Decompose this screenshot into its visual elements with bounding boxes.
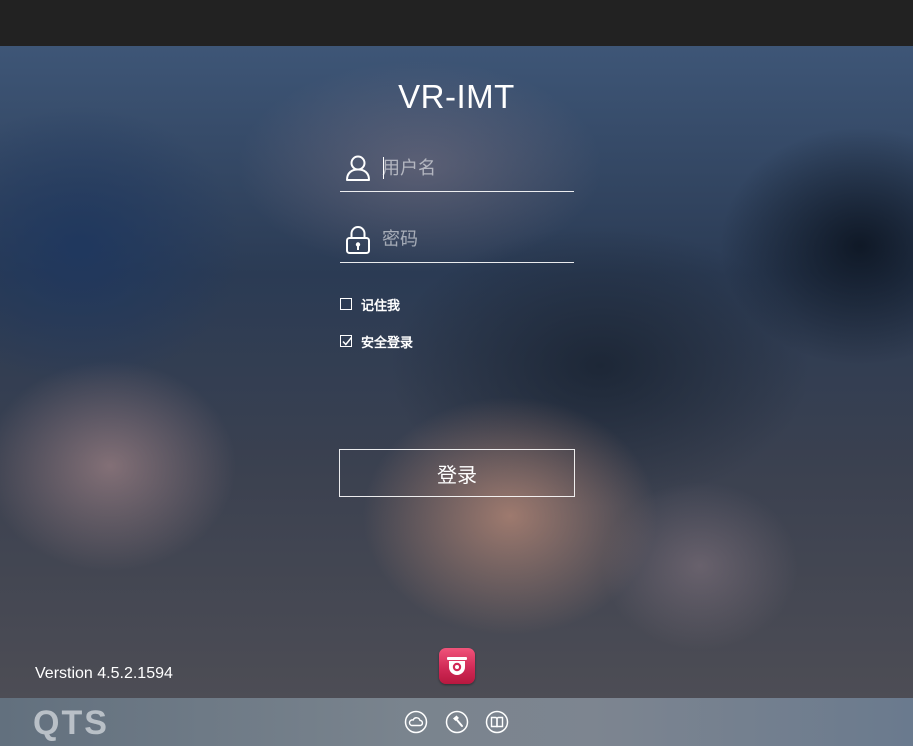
username-input[interactable] (382, 154, 568, 182)
password-input[interactable] (382, 225, 568, 253)
lock-icon (345, 225, 371, 254)
top-bar (0, 0, 913, 46)
brand-logo: QTS (33, 704, 109, 742)
book-icon[interactable] (485, 710, 509, 734)
cloud-icon[interactable] (404, 710, 428, 734)
text-cursor (383, 157, 384, 179)
hammer-icon[interactable] (445, 710, 469, 734)
password-field[interactable] (340, 217, 574, 263)
username-field[interactable] (340, 146, 574, 192)
version-text: Verstion 4.5.2.1594 (35, 665, 173, 682)
camera-surveillance-icon[interactable] (439, 648, 475, 684)
secure-login-checkbox[interactable]: 安全登录 (340, 333, 414, 351)
checkmark-icon (342, 337, 353, 346)
secure-login-label: 安全登录 (361, 335, 414, 351)
background-image (0, 46, 913, 698)
remember-me-box[interactable] (340, 298, 352, 310)
app-title: VR-IMT (398, 78, 515, 115)
secure-login-box[interactable] (340, 335, 353, 347)
user-icon (345, 154, 371, 182)
remember-me-checkbox[interactable]: 记住我 (340, 296, 401, 314)
login-button[interactable]: 登录 (339, 449, 575, 497)
remember-me-label: 记住我 (361, 298, 401, 314)
